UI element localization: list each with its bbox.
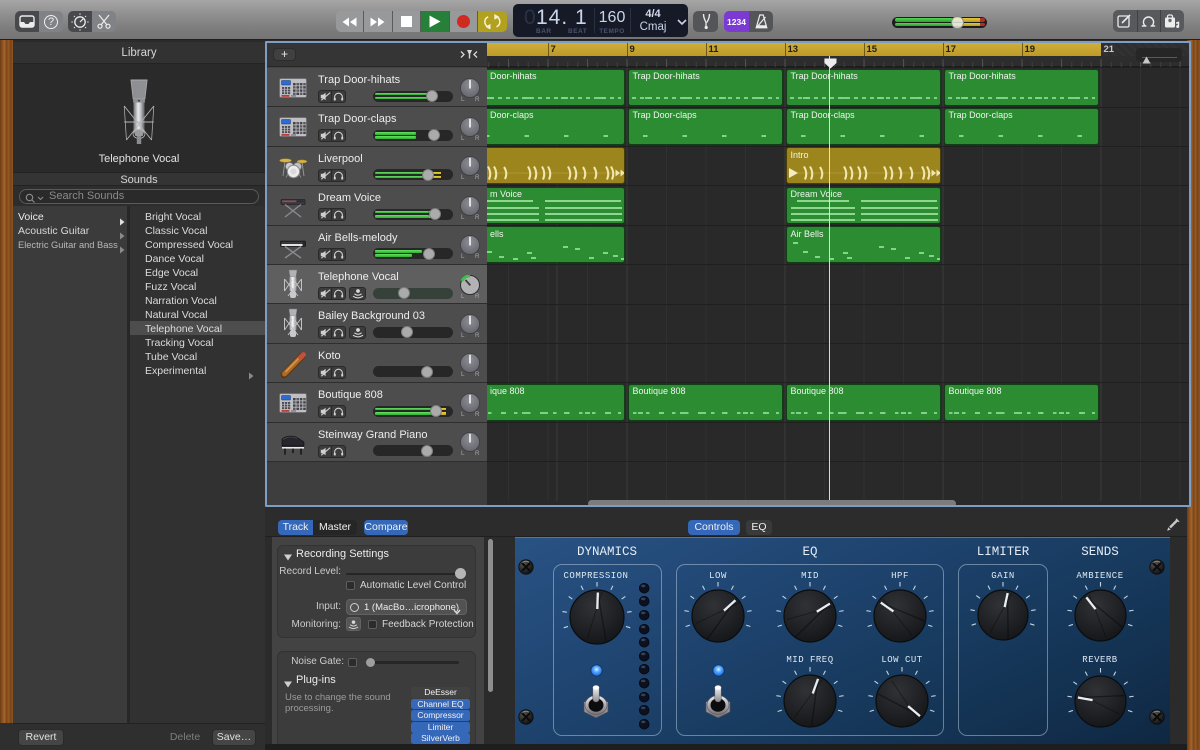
svg-text:L: L (461, 135, 465, 141)
svg-text:L: L (461, 371, 465, 377)
svg-text:L: L (461, 293, 465, 299)
svg-text:R: R (475, 214, 480, 220)
svg-text:R: R (475, 293, 480, 299)
svg-text:L: L (461, 411, 465, 417)
svg-text:R: R (475, 371, 480, 377)
svg-text:L: L (461, 96, 465, 102)
svg-text:R: R (475, 450, 480, 456)
svg-text:L: L (461, 253, 465, 259)
svg-text:R: R (475, 253, 480, 259)
svg-text:R: R (475, 411, 480, 417)
svg-text:R: R (475, 332, 480, 338)
svg-text:L: L (461, 450, 465, 456)
svg-text:R: R (475, 174, 480, 180)
svg-text:L: L (461, 174, 465, 180)
svg-text:R: R (475, 96, 480, 102)
svg-text:L: L (461, 214, 465, 220)
svg-text:R: R (475, 135, 480, 141)
svg-text:L: L (461, 332, 465, 338)
